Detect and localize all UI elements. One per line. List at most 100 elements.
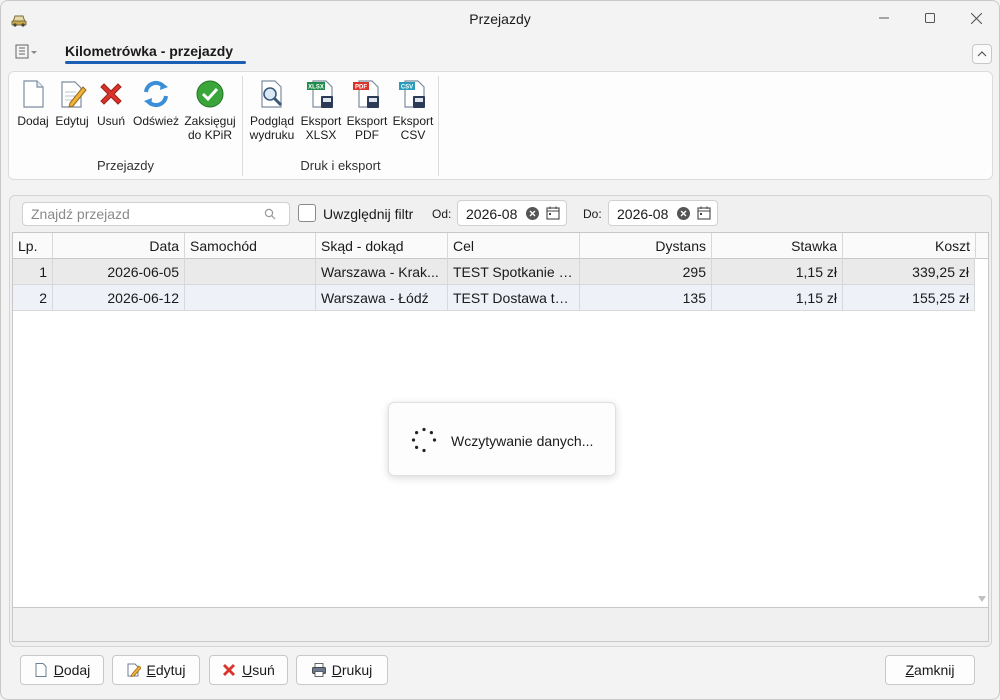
include-filter-label: Uwzględnij filtr [323, 206, 414, 222]
cell-data: 2026-06-12 [53, 285, 185, 311]
table-footer [13, 607, 988, 641]
date-from-value: 2026-08- [466, 206, 518, 222]
ribbon-print-preview-button[interactable]: Podgląd wydruku [245, 78, 299, 142]
new-document-icon [23, 80, 44, 108]
calendar-icon[interactable] [697, 206, 711, 220]
edit-button[interactable]: Edytuj [112, 655, 200, 685]
table-header: Lp. Data Samochód Skąd - dokąd Cel Dysta… [13, 233, 988, 259]
cell-stawka: 1,15 zł [712, 285, 843, 311]
chevron-up-icon [977, 51, 987, 57]
add-button-label: Dodaj [54, 662, 91, 678]
column-header-koszt[interactable]: Koszt [843, 233, 976, 259]
close-button-label: Zamknij [905, 662, 954, 678]
ribbon-refresh-button[interactable]: Odśwież [131, 78, 181, 128]
print-button-label: Drukuj [332, 662, 372, 678]
scroll-down-icon[interactable] [978, 595, 986, 603]
search-input[interactable] [23, 203, 263, 225]
column-header-samochod[interactable]: Samochód [185, 233, 316, 259]
date-from-field[interactable]: 2026-08- [457, 200, 567, 226]
delete-button-rest: suń [252, 662, 275, 678]
ribbon-add-button[interactable]: Dodaj [15, 78, 51, 128]
column-header-dystans[interactable]: Dystans [580, 233, 712, 259]
print-button-key: D [331, 662, 342, 678]
column-header-stawka[interactable]: Stawka [712, 233, 843, 259]
cell-skad-dokad: Warszawa - Krak... [316, 259, 448, 285]
close-button-key: Z [905, 662, 915, 678]
cell-skad-dokad: Warszawa - Łódź [316, 285, 448, 311]
table-row[interactable]: 1 2026-06-05 Warszawa - Krak... TEST Spo… [13, 259, 975, 285]
pdf-file-icon: PDF [353, 80, 379, 108]
ribbon-export-xlsx-label: Eksport XLSX [300, 114, 342, 142]
cell-dystans: 135 [580, 285, 712, 311]
delete-x-icon [100, 83, 122, 105]
minimize-button[interactable] [861, 1, 907, 35]
calendar-icon[interactable] [546, 206, 560, 220]
ribbon-post-kpir-button[interactable]: Zaksięguj do KPiR [183, 78, 237, 142]
ribbon-separator [438, 76, 439, 176]
clear-icon[interactable] [525, 206, 540, 221]
column-header-lp[interactable]: Lp. [13, 233, 53, 259]
delete-x-icon [223, 664, 236, 676]
checkmark-icon [196, 80, 224, 108]
cell-koszt: 155,25 zł [843, 285, 975, 311]
ribbon-group-label-przejazdy: Przejazdy [96, 158, 155, 173]
cell-cel: TEST Spotkanie z... [448, 259, 580, 285]
ribbon-tab-row: Kilometrówka - przejazdy [1, 37, 999, 69]
title-bar: Przejazdy [1, 1, 999, 37]
edit-button-label: Edytuj [147, 662, 186, 678]
close-icon [970, 12, 982, 24]
delete-button[interactable]: Usuń [209, 655, 288, 685]
print-button[interactable]: Drukuj [296, 655, 388, 685]
date-to-label: Do: [583, 207, 602, 221]
maximize-button[interactable] [907, 1, 953, 35]
column-header-cel[interactable]: Cel [448, 233, 580, 259]
close-window-button[interactable] [953, 1, 999, 35]
cell-data: 2026-06-05 [53, 259, 185, 285]
cell-stawka: 1,15 zł [712, 259, 843, 285]
ribbon-export-pdf-button[interactable]: PDF Eksport PDF [345, 78, 389, 142]
refresh-icon [144, 80, 168, 108]
table-row[interactable]: 2 2026-06-12 Warszawa - Łódź TEST Dostaw… [13, 285, 975, 311]
loading-overlay: Wczytywanie danych... [388, 402, 616, 476]
ribbon-menu-icon[interactable] [15, 44, 39, 60]
minimize-icon [879, 17, 889, 19]
add-button[interactable]: Dodaj [20, 655, 104, 685]
delete-button-label: Usuń [242, 662, 275, 678]
edit-button-key: E [146, 662, 156, 678]
print-preview-icon [261, 80, 283, 108]
column-header-data[interactable]: Data [53, 233, 185, 259]
printer-icon [311, 663, 326, 677]
ribbon-add-label: Dodaj [17, 114, 49, 128]
xlsx-file-icon: XLSX [307, 80, 333, 108]
new-document-icon [35, 663, 47, 677]
main-window: Przejazdy Kilometrówka - przejazdy Dodaj… [0, 0, 1000, 700]
ribbon-refresh-label: Odśwież [132, 114, 179, 128]
xlsx-badge-text: XLSX [308, 85, 324, 91]
edit-document-icon [61, 81, 87, 108]
ribbon-edit-label: Edytuj [55, 114, 89, 128]
pdf-badge-text: PDF [355, 85, 367, 91]
ribbon-export-csv-button[interactable]: CSV Eksport CSV [391, 78, 435, 142]
ribbon-delete-button[interactable]: Usuń [93, 78, 129, 128]
print-button-rest: rukuj [341, 662, 373, 678]
tab-active-indicator [65, 61, 246, 64]
csv-badge-text: CSV [401, 85, 413, 91]
date-to-field[interactable]: 2026-08- [608, 200, 718, 226]
ribbon-post-kpir-label: Zaksięguj do KPiR [184, 114, 236, 142]
close-button[interactable]: Zamknij [885, 655, 975, 685]
cell-cel: TEST Dostawa to... [448, 285, 580, 311]
ribbon-collapse-button[interactable] [972, 44, 992, 64]
include-filter-checkbox[interactable] [298, 204, 316, 222]
column-header-skad-dokad[interactable]: Skąd - dokąd [316, 233, 448, 259]
ribbon-edit-button[interactable]: Edytuj [53, 78, 91, 128]
date-from-label: Od: [432, 207, 452, 221]
cell-dystans: 295 [580, 259, 712, 285]
clear-icon[interactable] [676, 206, 691, 221]
ribbon-group-druk: Podgląd wydruku XLSX Eksport XLSX PDF Ek… [243, 72, 438, 179]
cell-samochod [185, 259, 316, 285]
add-button-rest: odaj [63, 662, 91, 678]
add-button-key: D [53, 662, 64, 678]
delete-button-key: U [242, 662, 253, 678]
ribbon-export-xlsx-button[interactable]: XLSX Eksport XLSX [299, 78, 343, 142]
tab-kilometrowka[interactable]: Kilometrówka - przejazdy [65, 43, 233, 59]
